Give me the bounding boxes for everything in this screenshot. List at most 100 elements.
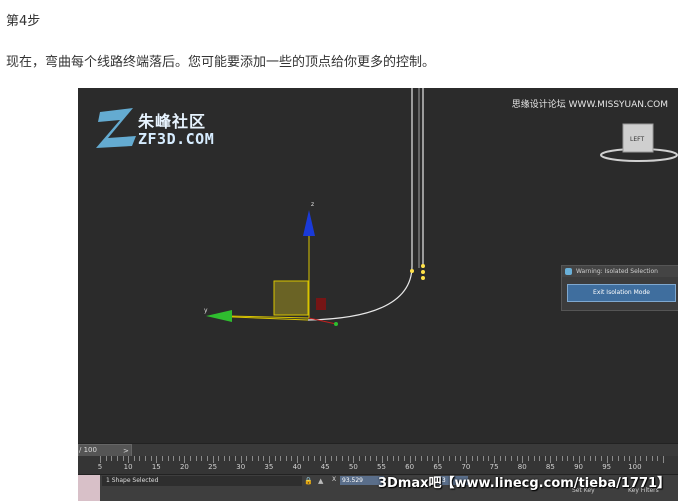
ruler-tick: [319, 456, 321, 461]
ruler-tick: [640, 456, 642, 461]
ruler-tick: [516, 456, 518, 461]
ruler-tick: [567, 456, 569, 461]
box-gizmo: [273, 280, 309, 316]
ruler-tick: [206, 456, 208, 461]
ruler-tick: [235, 456, 237, 461]
warning-header: Warning: Isolated Selection: [562, 266, 678, 277]
ruler-tick: [663, 456, 664, 463]
ruler-tick: [657, 456, 659, 461]
z-axis-arrow-icon: [303, 210, 315, 236]
ruler-tick: [651, 456, 653, 461]
ruler-tick: [122, 456, 124, 461]
ruler-tick: [178, 456, 180, 461]
ruler-tick: [353, 456, 355, 463]
ruler-tick: [420, 456, 422, 461]
logo-z-icon: [96, 108, 136, 148]
ruler-tick: [533, 456, 535, 461]
ruler-tick: [606, 456, 608, 463]
ruler-tick: [646, 456, 648, 461]
ruler-tick: [139, 456, 141, 461]
ruler-tick: [105, 456, 107, 461]
ruler-label: 45: [320, 463, 330, 471]
absolute-mode-icon[interactable]: ▲: [318, 477, 323, 485]
ruler-tick: [449, 456, 451, 461]
ruler-tick: [342, 456, 344, 461]
ruler-tick: [488, 456, 490, 461]
ruler-tick: [280, 456, 282, 461]
ruler-tick: [274, 456, 276, 461]
ruler-tick: [229, 456, 231, 461]
lock-icon[interactable]: 🔒: [304, 477, 313, 485]
exit-isolation-mode-button[interactable]: Exit Isolation Mode: [567, 284, 676, 302]
ruler-tick: [358, 456, 360, 461]
ruler-tick: [494, 456, 496, 463]
ruler-label: 70: [461, 463, 471, 471]
ruler-label: 50: [348, 463, 358, 471]
ruler-tick: [556, 456, 558, 461]
ruler-tick: [612, 456, 614, 461]
ruler-tick: [404, 456, 406, 461]
ruler-tick: [252, 456, 253, 461]
ruler-label: 55: [377, 463, 386, 471]
watermark-bottom: 3Dmax吧【www.linecg.com/tieba/1771】: [378, 476, 671, 491]
time-slider-bar[interactable]: / 100 >: [78, 443, 678, 457]
ruler-tick: [634, 456, 636, 463]
ruler-tick: [190, 456, 192, 461]
ruler-tick: [426, 456, 428, 461]
x-coord-label: X: [332, 476, 337, 483]
ruler-label: 5: [97, 463, 103, 471]
ruler-tick: [510, 456, 512, 461]
z-axis-label: z: [311, 201, 314, 208]
ruler-label: 20: [179, 463, 189, 471]
ruler-tick: [167, 456, 169, 461]
ruler-tick: [460, 456, 462, 461]
ruler-tick: [471, 456, 473, 461]
ruler-label: 90: [574, 463, 584, 471]
ruler-tick: [629, 456, 631, 461]
ruler-tick: [173, 456, 175, 461]
ruler-tick: [437, 456, 439, 463]
ruler-tick: [145, 456, 147, 461]
ruler-tick: [550, 456, 552, 463]
3d-viewport-screenshot[interactable]: z y 朱峰社区 ZF3D.COM 思缘设计论坛 WWW.MISSYUAN.CO…: [78, 88, 678, 501]
ruler-tick: [325, 456, 327, 463]
ruler-label: 40: [292, 463, 302, 471]
logo-title-cn: 朱峰社区: [138, 112, 207, 131]
y-axis-arrow-icon: [206, 310, 232, 322]
y-axis-label: y: [204, 307, 208, 314]
ruler-label: 35: [264, 463, 274, 471]
warning-title: Warning: Isolated Selection: [576, 268, 658, 275]
ruler-tick: [623, 456, 625, 461]
next-frame-button[interactable]: >: [123, 447, 129, 455]
ruler-tick: [116, 456, 118, 461]
ruler-tick: [161, 456, 163, 461]
ruler-label: 30: [236, 463, 246, 471]
ruler-tick: [302, 456, 304, 461]
ruler-tick: [111, 456, 113, 461]
ruler-tick: [443, 456, 445, 461]
ruler-tick: [522, 456, 524, 463]
ruler-tick: [268, 456, 270, 463]
time-frame-label: / 100: [79, 446, 97, 454]
ruler-tick: [381, 456, 383, 463]
ruler-tick: [285, 456, 287, 461]
ruler-label: 80: [517, 463, 527, 471]
ruler-tick: [212, 456, 214, 463]
ruler-tick: [156, 456, 158, 463]
ruler-tick: [584, 456, 586, 461]
ruler-tick: [409, 456, 411, 463]
ruler-tick: [308, 456, 310, 461]
ruler-tick: [572, 456, 574, 461]
maxscript-listener-strip[interactable]: [78, 475, 100, 501]
spline-left: [307, 88, 413, 321]
ruler-tick: [313, 456, 315, 461]
ruler-tick: [291, 456, 293, 461]
ruler-tick: [392, 456, 394, 461]
ruler-tick: [370, 456, 372, 461]
ruler-tick: [617, 456, 619, 461]
ruler-tick: [297, 456, 299, 463]
ruler-tick: [347, 456, 349, 461]
ruler-tick: [184, 456, 186, 463]
ruler-tick: [544, 456, 546, 461]
selection-status-field: 1 Shape Selected: [102, 476, 302, 486]
